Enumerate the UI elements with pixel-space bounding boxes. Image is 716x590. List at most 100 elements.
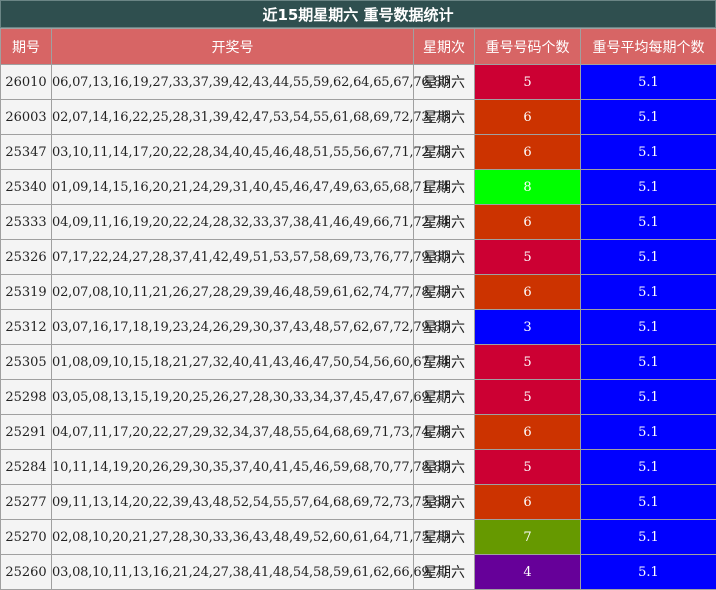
- page-title: 近15期星期六 重号数据统计: [0, 0, 716, 28]
- repeat-count-cell: 4: [475, 555, 581, 590]
- day-cell: 星期六: [414, 415, 475, 450]
- header-numbers: 开奖号: [52, 29, 414, 65]
- repeat-average-cell: 5.1: [581, 170, 716, 205]
- day-cell: 星期六: [414, 205, 475, 240]
- repeat-count-cell: 7: [475, 520, 581, 555]
- table-row: 2601006,07,13,16,19,27,33,37,39,42,43,44…: [1, 65, 716, 100]
- table-row: 2533304,09,11,16,19,20,22,24,28,32,33,37…: [1, 205, 716, 240]
- table-row: 2532607,17,22,24,27,28,37,41,42,49,51,53…: [1, 240, 716, 275]
- day-cell: 星期六: [414, 555, 475, 590]
- numbers-cell: 07,17,22,24,27,28,37,41,42,49,51,53,57,5…: [52, 240, 414, 275]
- repeat-average-cell: 5.1: [581, 345, 716, 380]
- repeat-average-cell: 5.1: [581, 275, 716, 310]
- repeat-count-cell: 6: [475, 135, 581, 170]
- header-issue: 期号: [1, 29, 52, 65]
- repeat-count-cell: 6: [475, 485, 581, 520]
- numbers-cell: 03,05,08,13,15,19,20,25,26,27,28,30,33,3…: [52, 380, 414, 415]
- numbers-cell: 01,09,14,15,16,20,21,24,29,31,40,45,46,4…: [52, 170, 414, 205]
- issue-cell: 25291: [1, 415, 52, 450]
- issue-cell: 25305: [1, 345, 52, 380]
- table-row: 2531203,07,16,17,18,19,23,24,26,29,30,37…: [1, 310, 716, 345]
- numbers-cell: 06,07,13,16,19,27,33,37,39,42,43,44,55,5…: [52, 65, 414, 100]
- numbers-cell: 10,11,14,19,20,26,29,30,35,37,40,41,45,4…: [52, 450, 414, 485]
- repeat-average-cell: 5.1: [581, 415, 716, 450]
- repeat-count-cell: 6: [475, 415, 581, 450]
- table-row: 2529104,07,11,17,20,22,27,29,32,34,37,48…: [1, 415, 716, 450]
- numbers-cell: 02,07,08,10,11,21,26,27,28,29,39,46,48,5…: [52, 275, 414, 310]
- repeat-count-cell: 5: [475, 240, 581, 275]
- day-cell: 星期六: [414, 380, 475, 415]
- issue-cell: 25326: [1, 240, 52, 275]
- table-row: 2534001,09,14,15,16,20,21,24,29,31,40,45…: [1, 170, 716, 205]
- repeat-average-cell: 5.1: [581, 240, 716, 275]
- repeat-count-cell: 6: [475, 275, 581, 310]
- issue-cell: 25277: [1, 485, 52, 520]
- table-row: 2600302,07,14,16,22,25,28,31,39,42,47,53…: [1, 100, 716, 135]
- numbers-cell: 02,07,14,16,22,25,28,31,39,42,47,53,54,5…: [52, 100, 414, 135]
- repeat-average-cell: 5.1: [581, 520, 716, 555]
- repeat-count-cell: 5: [475, 65, 581, 100]
- issue-cell: 25340: [1, 170, 52, 205]
- day-cell: 星期六: [414, 345, 475, 380]
- numbers-cell: 01,08,09,10,15,18,21,27,32,40,41,43,46,4…: [52, 345, 414, 380]
- repeat-average-cell: 5.1: [581, 100, 716, 135]
- numbers-cell: 03,08,10,11,13,16,21,24,27,38,41,48,54,5…: [52, 555, 414, 590]
- day-cell: 星期六: [414, 485, 475, 520]
- day-cell: 星期六: [414, 450, 475, 485]
- day-cell: 星期六: [414, 275, 475, 310]
- repeat-count-cell: 5: [475, 450, 581, 485]
- repeat-average-cell: 5.1: [581, 380, 716, 415]
- issue-cell: 25270: [1, 520, 52, 555]
- issue-cell: 26010: [1, 65, 52, 100]
- stats-table: 期号 开奖号 星期次 重号号码个数 重号平均每期个数 2601006,07,13…: [0, 28, 716, 590]
- table-row: 2527002,08,10,20,21,27,28,30,33,36,43,48…: [1, 520, 716, 555]
- issue-cell: 25284: [1, 450, 52, 485]
- issue-cell: 26003: [1, 100, 52, 135]
- repeat-average-cell: 5.1: [581, 65, 716, 100]
- header-day: 星期次: [414, 29, 475, 65]
- table-body: 2601006,07,13,16,19,27,33,37,39,42,43,44…: [1, 65, 716, 590]
- day-cell: 星期六: [414, 135, 475, 170]
- repeat-count-cell: 3: [475, 310, 581, 345]
- repeat-count-cell: 5: [475, 345, 581, 380]
- repeat-average-cell: 5.1: [581, 135, 716, 170]
- repeat-count-cell: 6: [475, 205, 581, 240]
- repeat-average-cell: 5.1: [581, 205, 716, 240]
- repeat-average-cell: 5.1: [581, 310, 716, 345]
- table-row: 2531902,07,08,10,11,21,26,27,28,29,39,46…: [1, 275, 716, 310]
- issue-cell: 25298: [1, 380, 52, 415]
- numbers-cell: 03,10,11,14,17,20,22,28,34,40,45,46,48,5…: [52, 135, 414, 170]
- day-cell: 星期六: [414, 65, 475, 100]
- table-row: 2528410,11,14,19,20,26,29,30,35,37,40,41…: [1, 450, 716, 485]
- issue-cell: 25347: [1, 135, 52, 170]
- repeat-average-cell: 5.1: [581, 450, 716, 485]
- header-repeat-average: 重号平均每期个数: [581, 29, 716, 65]
- table-row: 2526003,08,10,11,13,16,21,24,27,38,41,48…: [1, 555, 716, 590]
- day-cell: 星期六: [414, 520, 475, 555]
- numbers-cell: 09,11,13,14,20,22,39,43,48,52,54,55,57,6…: [52, 485, 414, 520]
- numbers-cell: 04,07,11,17,20,22,27,29,32,34,37,48,55,6…: [52, 415, 414, 450]
- repeat-average-cell: 5.1: [581, 485, 716, 520]
- table-row: 2530501,08,09,10,15,18,21,27,32,40,41,43…: [1, 345, 716, 380]
- issue-cell: 25333: [1, 205, 52, 240]
- table-header-row: 期号 开奖号 星期次 重号号码个数 重号平均每期个数: [1, 29, 716, 65]
- table-row: 2527709,11,13,14,20,22,39,43,48,52,54,55…: [1, 485, 716, 520]
- day-cell: 星期六: [414, 240, 475, 275]
- repeat-count-cell: 5: [475, 380, 581, 415]
- issue-cell: 25260: [1, 555, 52, 590]
- numbers-cell: 04,09,11,16,19,20,22,24,28,32,33,37,38,4…: [52, 205, 414, 240]
- day-cell: 星期六: [414, 100, 475, 135]
- issue-cell: 25319: [1, 275, 52, 310]
- repeat-count-cell: 8: [475, 170, 581, 205]
- table-row: 2529803,05,08,13,15,19,20,25,26,27,28,30…: [1, 380, 716, 415]
- table-row: 2534703,10,11,14,17,20,22,28,34,40,45,46…: [1, 135, 716, 170]
- stats-panel: 近15期星期六 重号数据统计 期号 开奖号 星期次 重号号码个数 重号平均每期个…: [0, 0, 716, 590]
- repeat-count-cell: 6: [475, 100, 581, 135]
- header-repeat-count: 重号号码个数: [475, 29, 581, 65]
- day-cell: 星期六: [414, 310, 475, 345]
- issue-cell: 25312: [1, 310, 52, 345]
- numbers-cell: 02,08,10,20,21,27,28,30,33,36,43,48,49,5…: [52, 520, 414, 555]
- day-cell: 星期六: [414, 170, 475, 205]
- numbers-cell: 03,07,16,17,18,19,23,24,26,29,30,37,43,4…: [52, 310, 414, 345]
- repeat-average-cell: 5.1: [581, 555, 716, 590]
